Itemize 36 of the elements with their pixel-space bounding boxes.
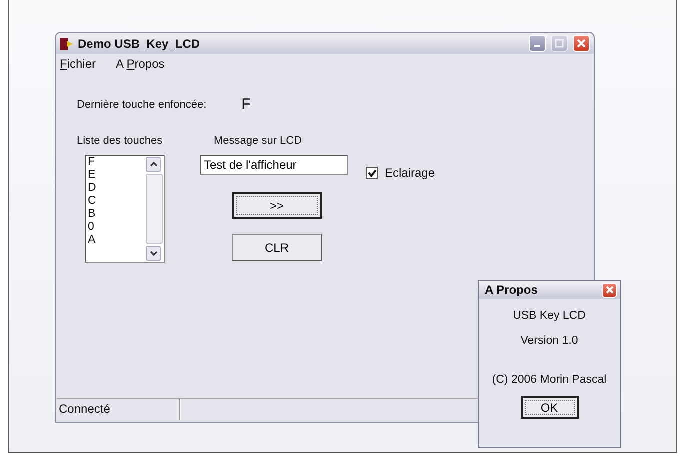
key-list[interactable]: F E D C B 0 A (85, 155, 165, 263)
scrollbar[interactable] (145, 156, 164, 262)
list-item[interactable]: B (88, 208, 145, 221)
list-item[interactable]: F (88, 156, 145, 169)
close-button[interactable] (602, 282, 617, 298)
key-value: F (242, 96, 251, 113)
about-text: USB Key LCD (513, 310, 586, 324)
scroll-up-icon (150, 162, 158, 167)
list-item[interactable]: D (88, 182, 145, 195)
field-label: Message sur LCD (214, 135, 302, 147)
list-item[interactable]: E (88, 169, 145, 182)
dialog-title: A Propos (485, 283, 539, 297)
menu-item[interactable]: Fichier (58, 57, 104, 71)
close-icon (606, 286, 614, 294)
app-icon (60, 36, 74, 50)
list-item[interactable]: 0 (88, 221, 145, 234)
checkbox-label: Eclairage (385, 166, 436, 180)
message-field[interactable]: Test de l'afficheur (200, 155, 348, 175)
minimize-button[interactable] (529, 35, 546, 52)
checkbox[interactable] (366, 167, 378, 179)
close-icon (577, 39, 586, 48)
maximize-icon (555, 39, 564, 48)
list-item[interactable]: C (88, 195, 145, 208)
about-text: Version 1.0 (520, 335, 578, 349)
action-button[interactable]: >> (232, 192, 322, 219)
field-label: Dernière touche enfoncée: (77, 98, 207, 110)
ok-button[interactable]: OK (520, 396, 578, 419)
about-text: (C) 2006 Morin Pascal (492, 374, 607, 388)
status-text: Connecté (57, 399, 180, 420)
action-button[interactable]: CLR (232, 234, 322, 261)
menu-item[interactable]: A Propos (114, 57, 173, 71)
scroll-down-icon (150, 251, 158, 256)
window-title: Demo USB_Key_LCD (78, 36, 202, 50)
list-label: Liste des touches (77, 135, 164, 147)
list-item[interactable]: A (88, 234, 145, 247)
close-button[interactable] (573, 35, 590, 52)
